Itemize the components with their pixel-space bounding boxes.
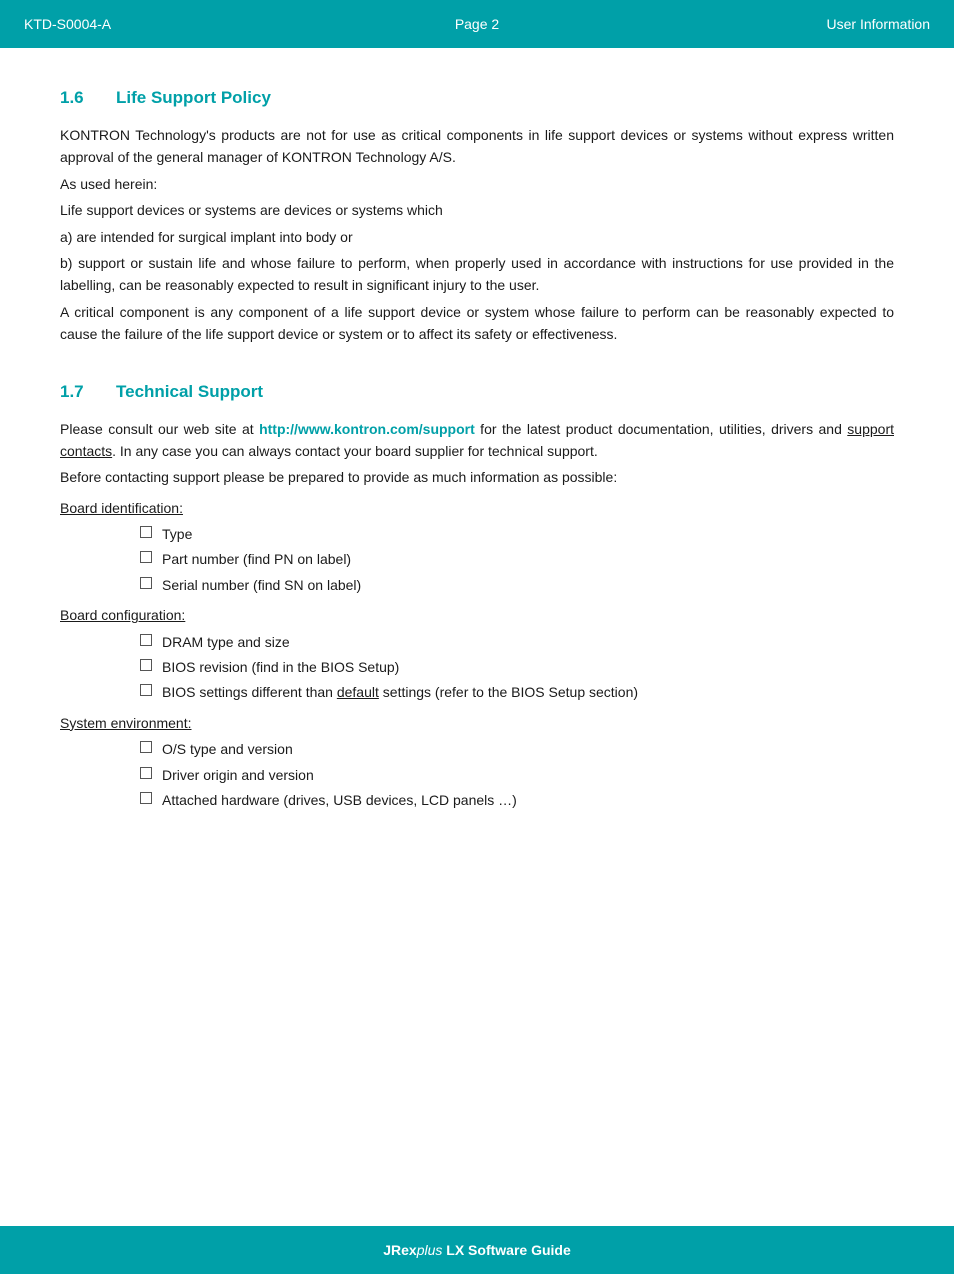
list-item: BIOS revision (find in the BIOS Setup) xyxy=(140,656,894,678)
footer-jrex: JRex xyxy=(383,1242,416,1258)
list-item: Part number (find PN on label) xyxy=(140,548,894,570)
board-configuration-label: Board configuration: xyxy=(60,604,894,626)
footer-lx: LX Software Guide xyxy=(442,1242,570,1258)
system-environment-list: O/S type and version Driver origin and v… xyxy=(140,738,894,811)
header-right: User Information xyxy=(628,16,930,32)
default-underline: default xyxy=(337,684,379,700)
list-item: BIOS settings different than default set… xyxy=(140,681,894,703)
bullet-icon xyxy=(140,634,152,646)
section-1-7-intro: Please consult our web site at http://ww… xyxy=(60,418,894,463)
bullet-icon xyxy=(140,659,152,671)
board-configuration-list: DRAM type and size BIOS revision (find i… xyxy=(140,631,894,704)
list-item: Attached hardware (drives, USB devices, … xyxy=(140,789,894,811)
bullet-icon xyxy=(140,526,152,538)
page-header: KTD-S0004-A Page 2 User Information xyxy=(0,0,954,48)
list-item-text: DRAM type and size xyxy=(162,631,290,653)
section-1-6-para-1: KONTRON Technology's products are not fo… xyxy=(60,124,894,169)
section-1-6: 1.6 Life Support Policy KONTRON Technolo… xyxy=(60,88,894,346)
section-1-6-heading: 1.6 Life Support Policy xyxy=(60,88,894,108)
bullet-icon xyxy=(140,767,152,779)
kontron-support-link[interactable]: http://www.kontron.com/support xyxy=(259,421,475,437)
section-1-6-para-6: A critical component is any component of… xyxy=(60,301,894,346)
section-1-7-heading: 1.7 Technical Support xyxy=(60,382,894,402)
section-1-7-title: Technical Support xyxy=(116,382,263,402)
list-item: Serial number (find SN on label) xyxy=(140,574,894,596)
system-environment-label: System environment: xyxy=(60,712,894,734)
section-1-7-body: Please consult our web site at http://ww… xyxy=(60,418,894,812)
list-item-text: Attached hardware (drives, USB devices, … xyxy=(162,789,517,811)
list-item: Type xyxy=(140,523,894,545)
list-item-text: BIOS revision (find in the BIOS Setup) xyxy=(162,656,399,678)
section-1-7-intro3: Before contacting support please be prep… xyxy=(60,466,894,488)
list-item-text: Type xyxy=(162,523,192,545)
header-center: Page 2 xyxy=(326,16,628,32)
list-item-text: O/S type and version xyxy=(162,738,293,760)
main-content: 1.6 Life Support Policy KONTRON Technolo… xyxy=(0,48,954,887)
board-identification-list: Type Part number (find PN on label) Seri… xyxy=(140,523,894,596)
board-identification-label: Board identification: xyxy=(60,497,894,519)
section-1-6-para-4: a) are intended for surgical implant int… xyxy=(60,226,894,248)
section-1-7-number: 1.7 xyxy=(60,382,96,402)
section-1-7: 1.7 Technical Support Please consult our… xyxy=(60,382,894,812)
list-item-text: BIOS settings different than default set… xyxy=(162,681,638,703)
bullet-icon xyxy=(140,577,152,589)
list-item: O/S type and version xyxy=(140,738,894,760)
list-item-text: Driver origin and version xyxy=(162,764,314,786)
section-1-6-para-5: b) support or sustain life and whose fai… xyxy=(60,252,894,297)
support-contacts-link: support contacts xyxy=(60,421,894,459)
section-1-6-title: Life Support Policy xyxy=(116,88,271,108)
section-1-6-body: KONTRON Technology's products are not fo… xyxy=(60,124,894,346)
list-item-text: Serial number (find SN on label) xyxy=(162,574,361,596)
bullet-icon xyxy=(140,684,152,696)
list-item-text: Part number (find PN on label) xyxy=(162,548,351,570)
section-1-6-para-3: Life support devices or systems are devi… xyxy=(60,199,894,221)
list-item: DRAM type and size xyxy=(140,631,894,653)
bullet-icon xyxy=(140,792,152,804)
footer-plus: plus xyxy=(417,1242,443,1258)
bullet-icon xyxy=(140,741,152,753)
section-1-6-number: 1.6 xyxy=(60,88,96,108)
section-1-6-para-2: As used herein: xyxy=(60,173,894,195)
bullet-icon xyxy=(140,551,152,563)
list-item: Driver origin and version xyxy=(140,764,894,786)
footer-text: JRexplus LX Software Guide xyxy=(383,1242,571,1258)
page-footer: JRexplus LX Software Guide xyxy=(0,1226,954,1274)
header-left: KTD-S0004-A xyxy=(24,16,326,32)
